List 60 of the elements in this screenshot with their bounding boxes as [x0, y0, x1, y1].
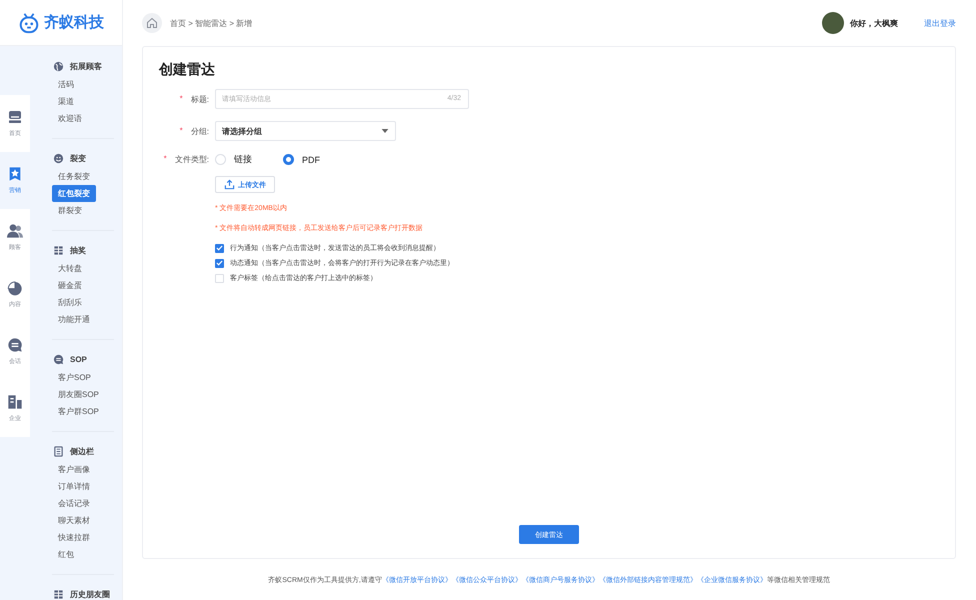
form-title: 创建雷达	[159, 61, 216, 79]
menu-item[interactable]: 客户群SOP	[52, 403, 105, 420]
upload-icon	[224, 179, 235, 190]
menu-item[interactable]: 订单详情	[52, 478, 96, 495]
radio-button[interactable]	[283, 154, 294, 165]
menu-item[interactable]: 活码	[52, 76, 80, 93]
group-select[interactable]: 请选择分组	[215, 121, 396, 141]
pie-chart-icon	[7, 280, 23, 296]
breadcrumb: 首页 > 智能雷达 > 新增	[170, 18, 252, 28]
monitor-icon	[7, 109, 23, 125]
required-mark: *	[180, 94, 183, 104]
field-label: 文件类型:	[174, 154, 209, 165]
radio-label: 链接	[234, 153, 252, 166]
menu-item[interactable]: 客户画像	[52, 461, 96, 478]
star-bookmark-icon	[7, 166, 23, 182]
section-title: 侧边栏	[70, 446, 94, 456]
home-button[interactable]	[142, 13, 162, 33]
section-title: 抽奖	[70, 244, 86, 256]
caret-down-icon	[381, 127, 389, 135]
robot-logo-icon	[18, 12, 40, 34]
book-icon	[53, 446, 64, 456]
menu-item[interactable]: 功能开通	[52, 311, 96, 328]
menu-item[interactable]: 渠道	[52, 93, 80, 110]
globe-icon	[53, 60, 64, 72]
grid-icon	[53, 588, 64, 600]
section-title: 拓展顾客	[70, 60, 102, 72]
required-mark: *	[164, 154, 167, 165]
menu-item[interactable]: 欢迎语	[52, 110, 88, 127]
menu-item[interactable]: 朋友圈SOP	[52, 386, 105, 403]
menu-item[interactable]: 大转盘	[52, 260, 88, 277]
menu-item[interactable]: 任务裂变	[52, 168, 96, 185]
checkbox[interactable]	[215, 258, 224, 268]
people-icon	[7, 223, 23, 239]
menu-item[interactable]: 客户SOP	[52, 369, 97, 386]
menu-item[interactable]: 红包裂变	[52, 185, 96, 202]
home-icon	[146, 17, 158, 29]
section-title: 历史朋友圈	[70, 588, 110, 600]
menu-item[interactable]: 群裂变	[52, 202, 88, 219]
logout-link[interactable]: 退出登录	[924, 18, 956, 28]
logo-text: 齐蚁科技	[44, 13, 104, 32]
section-title: 裂变	[70, 152, 86, 164]
required-mark: *	[180, 126, 183, 136]
smiley-icon	[53, 152, 64, 164]
building-icon	[7, 394, 23, 410]
field-label: 标题:	[190, 94, 209, 104]
field-label: 分组:	[190, 126, 209, 136]
chat-bubble-icon	[7, 337, 23, 353]
radio-label: PDF	[302, 154, 320, 164]
user-greeting: 你好，大枫爽	[850, 18, 898, 28]
checkbox[interactable]	[215, 244, 224, 252]
chat-bubble-icon	[53, 354, 64, 364]
menu-item[interactable]: 会话记录	[52, 495, 96, 512]
menu-item[interactable]: 刮刮乐	[52, 294, 88, 311]
menu-item[interactable]: 快速拉群	[52, 529, 96, 546]
menu-item[interactable]: 砸金蛋	[52, 277, 88, 294]
avatar	[822, 12, 844, 34]
grid-icon	[53, 244, 64, 256]
menu-item[interactable]: 聊天素材	[52, 512, 96, 529]
menu-item[interactable]: 红包	[52, 546, 80, 563]
section-title: SOP	[70, 354, 87, 364]
